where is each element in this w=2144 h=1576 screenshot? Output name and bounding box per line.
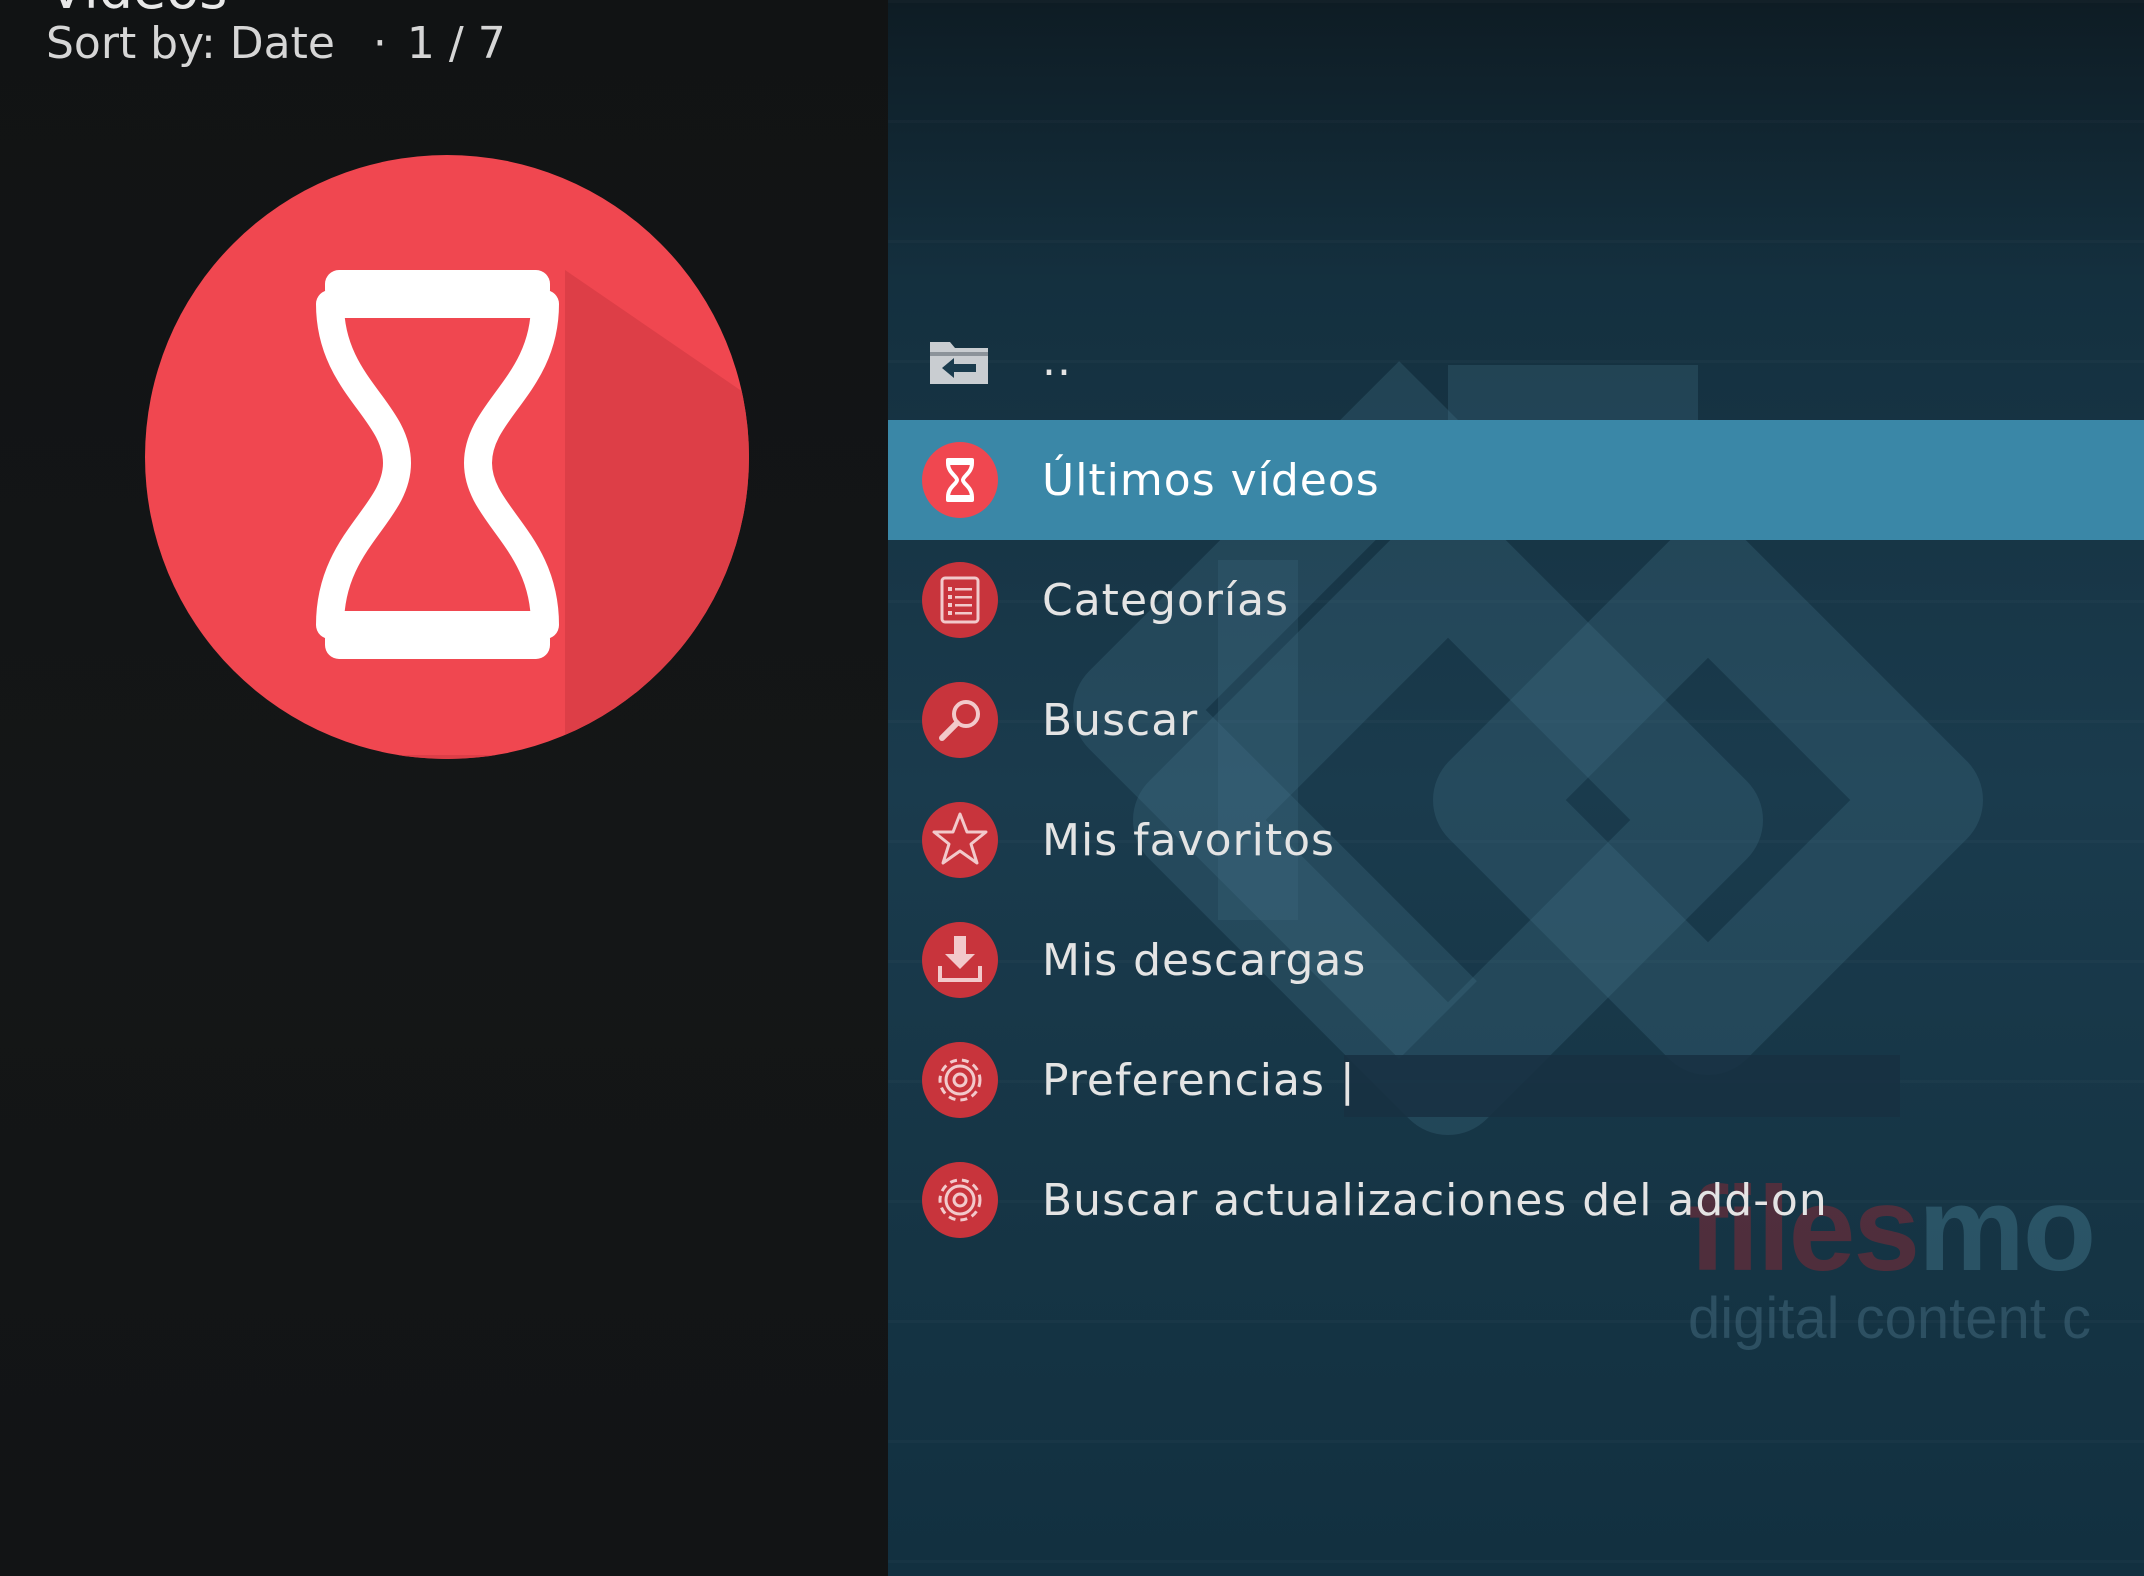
list-item-buscar[interactable]: Buscar bbox=[888, 660, 2144, 780]
list-item-label: Últimos vídeos bbox=[1042, 454, 1380, 506]
folder-back-icon bbox=[930, 342, 988, 384]
list-item-label: .. bbox=[1042, 334, 1072, 386]
list-icon bbox=[922, 562, 998, 638]
list-item-buscar-actualizaciones[interactable]: Buscar actualizaciones del add-on bbox=[888, 1140, 2144, 1260]
sort-label: Sort by: Date bbox=[46, 18, 335, 69]
list-item-label: Buscar bbox=[1042, 694, 1199, 746]
list-item-label: Mis descargas bbox=[1042, 934, 1367, 986]
list-item-preferencias[interactable]: Preferencias | bbox=[888, 1020, 2144, 1140]
search-icon bbox=[922, 682, 998, 758]
item-position: 1 / 7 bbox=[406, 18, 506, 69]
watermark-tagline: digital content c bbox=[1688, 1286, 2092, 1351]
hourglass-icon bbox=[145, 155, 749, 759]
menu-list: .. Últimos vídeos Categorías Buscar Mis … bbox=[888, 300, 2144, 1260]
gear-icon bbox=[922, 1162, 998, 1238]
list-item-mis-descargas[interactable]: Mis descargas bbox=[888, 900, 2144, 1020]
hourglass-icon bbox=[922, 442, 998, 518]
list-item-label: Categorías bbox=[1042, 574, 1290, 626]
star-icon bbox=[922, 802, 998, 878]
gear-icon bbox=[922, 1042, 998, 1118]
download-icon bbox=[922, 922, 998, 998]
list-item-label: Buscar actualizaciones del add-on bbox=[1042, 1174, 1828, 1226]
list-item-mis-favoritos[interactable]: Mis favoritos bbox=[888, 780, 2144, 900]
list-item-label: Mis favoritos bbox=[1042, 814, 1335, 866]
list-item-label: Preferencias | bbox=[1042, 1054, 1356, 1106]
left-info-panel: Videos Sort by: Date · 1 / 7 bbox=[0, 0, 888, 1576]
sort-info[interactable]: Sort by: Date · 1 / 7 bbox=[46, 18, 512, 69]
list-item-categorias[interactable]: Categorías bbox=[888, 540, 2144, 660]
sort-separator: · bbox=[372, 18, 387, 69]
list-item-ultimos-videos[interactable]: Últimos vídeos bbox=[888, 420, 2144, 540]
list-item-parent-folder[interactable]: .. bbox=[888, 300, 2144, 420]
